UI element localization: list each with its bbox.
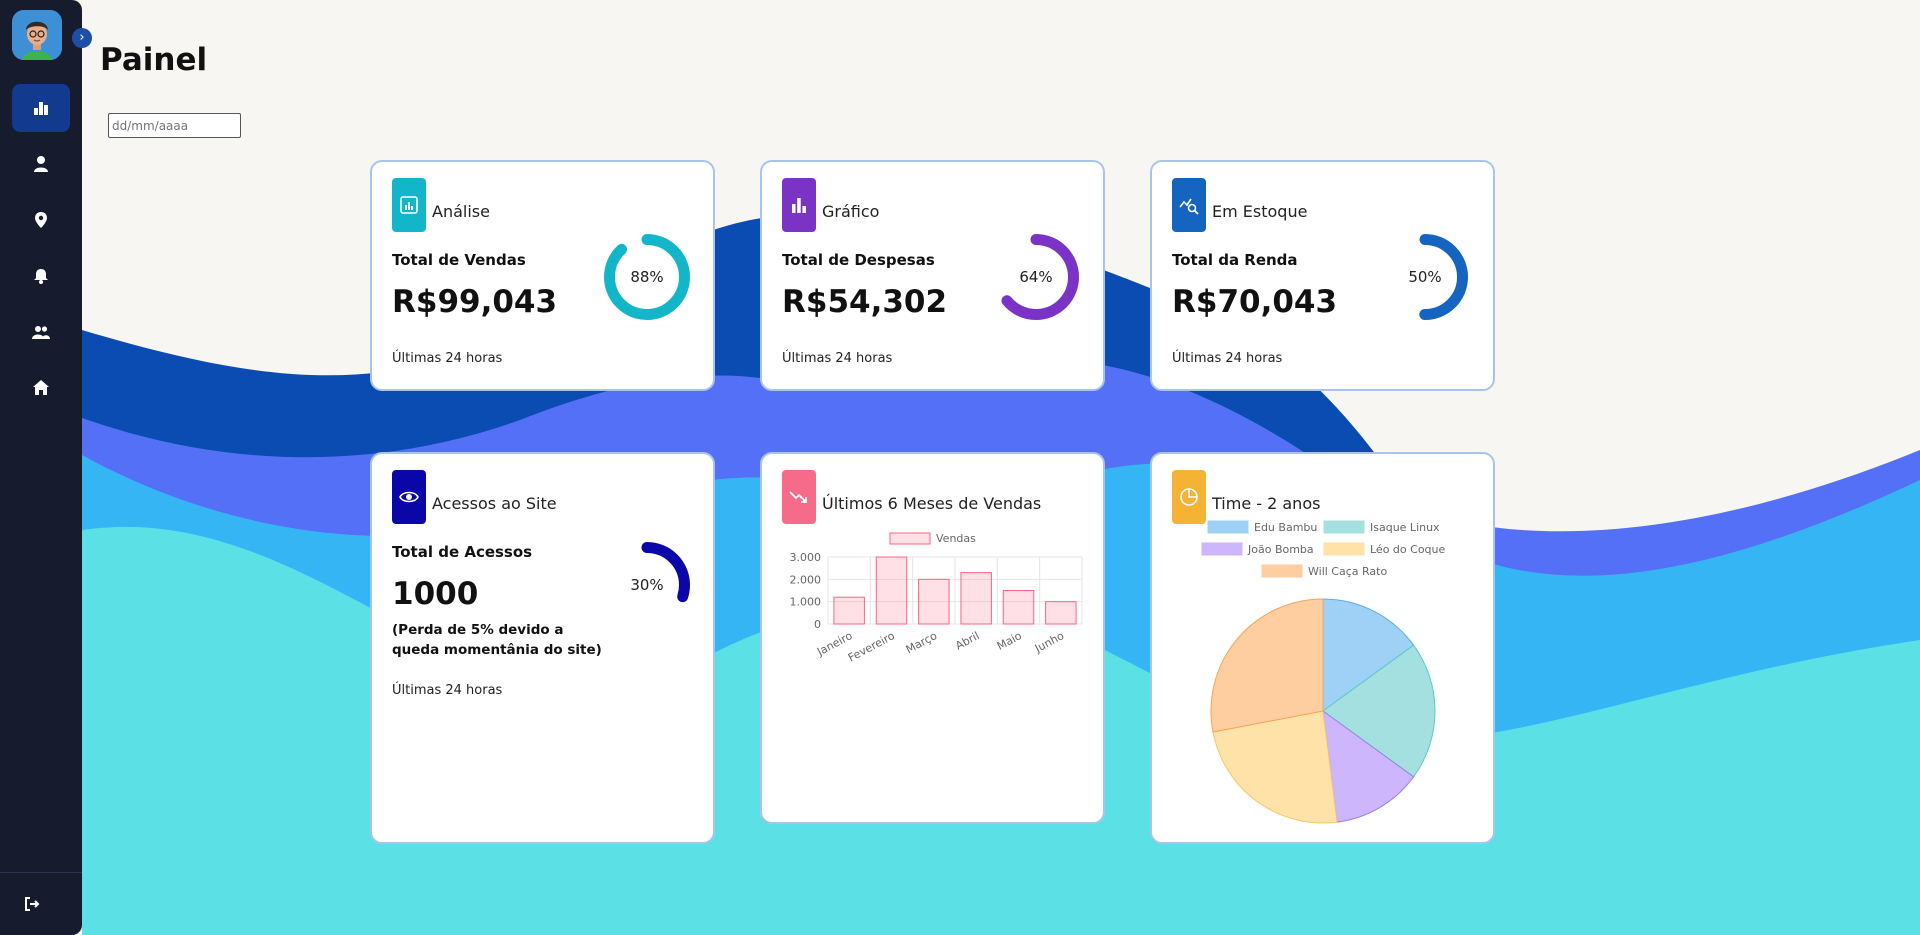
- card-subtitle: Total de Despesas: [782, 251, 935, 269]
- progress-percent: 64%: [1019, 268, 1053, 286]
- bar: [918, 578, 950, 625]
- card-analise: Análise Total de Vendas R$99,043 88% Últ…: [370, 160, 715, 391]
- y-tick-label: 2.000: [790, 573, 822, 586]
- card-footer: Últimas 24 horas: [782, 351, 893, 366]
- progress-percent: 88%: [630, 268, 664, 286]
- card-value: R$70,043: [1172, 284, 1338, 320]
- bar-chart-icon: [34, 102, 48, 115]
- legend-label: Vendas: [936, 532, 976, 545]
- x-tick-label: Fevereiro: [846, 629, 897, 664]
- sales-bar-chart: Vendas01.0002.0003.000JaneiroFevereiro Ma…: [790, 532, 1083, 665]
- progress-percent: 50%: [1408, 268, 1442, 286]
- bar: [1002, 590, 1035, 625]
- card-label: Gráfico: [822, 202, 880, 221]
- card-value: 1000: [392, 576, 479, 612]
- card-subtitle: Total de Acessos: [392, 543, 533, 561]
- card-grafico: Gráfico Total de Despesas R$54,302 64% Ú…: [760, 160, 1105, 391]
- sidebar-item-user[interactable]: [12, 140, 70, 188]
- card-acessos: Acessos ao Site Total de Acessos 1000 (P…: [370, 452, 715, 844]
- bar: [875, 556, 908, 625]
- logout-button[interactable]: [14, 892, 50, 916]
- eye-icon: [392, 470, 426, 524]
- card-time: Time - 2 anos Edu Bambu Isaque Linux João …: [1150, 452, 1495, 844]
- bar: [960, 572, 992, 625]
- bell-icon: [34, 269, 48, 284]
- y-tick-label: 1.000: [790, 596, 822, 609]
- y-tick-label: 3.000: [790, 551, 822, 564]
- card-label: Em Estoque: [1212, 202, 1308, 221]
- page-title: Painel: [100, 42, 208, 78]
- legend-swatch: [1261, 564, 1303, 578]
- team-pie-chart: Edu Bambu Isaque Linux João Bomba Léo do Co…: [1201, 520, 1446, 824]
- x-tick-label: Maio: [995, 629, 1024, 653]
- card-subtitle: Total de Vendas: [392, 251, 526, 269]
- legend-swatch: [889, 532, 931, 545]
- card-value: R$99,043: [392, 284, 558, 320]
- card-label: Análise: [432, 202, 490, 221]
- card-footer: Últimas 24 horas: [392, 351, 503, 366]
- legend-swatch: [1207, 520, 1249, 534]
- bar: [1045, 601, 1077, 625]
- y-tick-label: 0: [814, 618, 821, 631]
- legend-swatch: [1201, 542, 1243, 556]
- card-footer: Últimas 24 horas: [392, 683, 503, 698]
- logout-icon: [25, 897, 40, 911]
- date-input[interactable]: [108, 113, 241, 138]
- map-pin-icon: [35, 212, 47, 228]
- sidebar-item-home[interactable]: [12, 364, 70, 412]
- sidebar-item-dashboard[interactable]: [12, 84, 70, 132]
- card-label: Acessos ao Site: [432, 494, 557, 513]
- bar-chart-icon: [782, 178, 816, 232]
- card-footer: Últimas 24 horas: [1172, 351, 1283, 366]
- sidebar-item-notifications[interactable]: [12, 252, 70, 300]
- sidebar: [0, 0, 82, 935]
- x-tick-label: Junho: [1032, 629, 1066, 656]
- x-tick-label: Março: [904, 629, 940, 656]
- users-icon: [32, 326, 50, 339]
- avatar[interactable]: [12, 10, 62, 60]
- sidebar-toggle-button[interactable]: ›: [72, 28, 92, 48]
- progress-percent: 30%: [630, 576, 664, 594]
- sidebar-item-location[interactable]: [12, 196, 70, 244]
- sidebar-divider: [0, 872, 82, 873]
- home-icon: [33, 380, 49, 395]
- legend-label: Edu Bambu: [1254, 521, 1317, 534]
- x-tick-label: Abril: [953, 629, 981, 652]
- legend-swatch: [1323, 542, 1365, 556]
- legend-label: Isaque Linux: [1370, 521, 1440, 534]
- user-icon: [34, 156, 48, 172]
- card-meses: Últimos 6 Meses de Vendas Vendas 0 1.000 2.…: [760, 452, 1105, 824]
- analytics-icon: [392, 178, 426, 232]
- card-note: (Perda de 5% devido a queda momentânia d…: [392, 622, 602, 658]
- legend-label: João Bomba: [1247, 543, 1314, 556]
- legend-swatch: [1323, 520, 1365, 534]
- card-subtitle: Total da Renda: [1172, 251, 1298, 269]
- sidebar-item-team[interactable]: [12, 308, 70, 356]
- card-value: R$54,302: [782, 284, 948, 320]
- bar: [833, 596, 865, 625]
- card-estoque: Em Estoque Total da Renda R$70,043 50% Ú…: [1150, 160, 1495, 391]
- pie-slice: [1210, 598, 1324, 733]
- legend-label: Will Caça Rato: [1308, 565, 1387, 578]
- legend-label: Léo do Coque: [1370, 543, 1446, 556]
- stock-search-icon: [1172, 178, 1206, 232]
